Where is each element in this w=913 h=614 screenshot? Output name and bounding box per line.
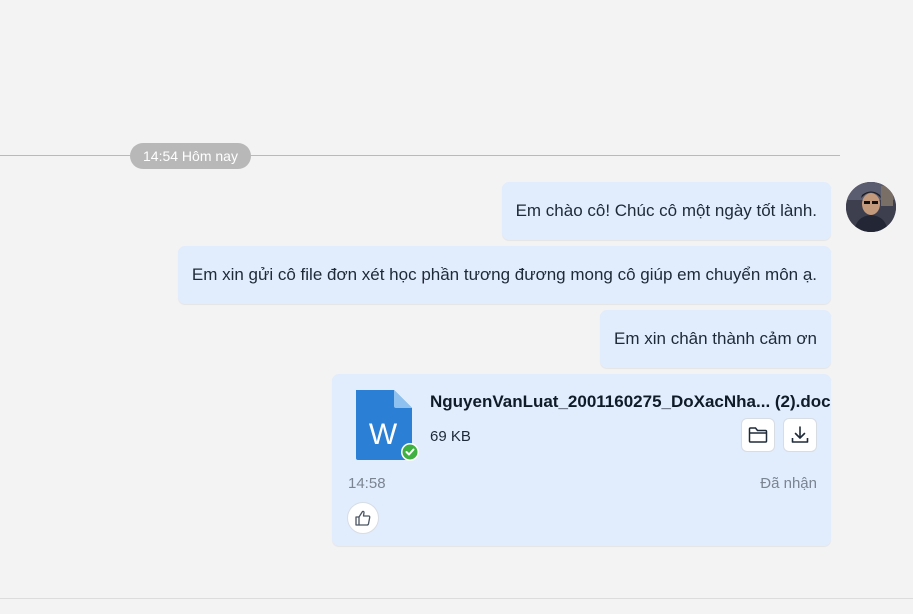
open-folder-button[interactable] <box>741 418 775 452</box>
message-text: Em xin chân thành cảm ơn <box>614 329 817 348</box>
folder-icon <box>748 427 768 443</box>
file-size: 69 KB <box>430 428 471 445</box>
message-bubble[interactable]: Em xin gửi cô file đơn xét học phần tươn… <box>177 246 831 304</box>
message-text: Em chào cô! Chúc cô một ngày tốt lành. <box>515 201 817 220</box>
avatar[interactable] <box>846 182 896 232</box>
download-icon <box>791 426 809 443</box>
file-name[interactable]: NguyenVanLuat_2001160275_DoXacNha... (2)… <box>430 392 831 412</box>
svg-text:W: W <box>369 418 398 451</box>
react-like-button[interactable] <box>347 502 379 534</box>
message-bubble[interactable]: Em xin chân thành cảm ơn <box>600 310 831 368</box>
file-message-card[interactable]: W NguyenVanLuat_2001160275_DoXacNha... (… <box>332 374 831 546</box>
thumbs-up-icon <box>355 510 371 526</box>
word-file-icon[interactable]: W <box>354 388 419 462</box>
message-status: Đã nhận <box>760 475 817 492</box>
date-divider-line <box>0 155 840 156</box>
date-divider-label: 14:54 Hôm nay <box>130 143 251 169</box>
message-bubble[interactable]: Em chào cô! Chúc cô một ngày tốt lành. <box>501 182 831 240</box>
message-text: Em xin gửi cô file đơn xét học phần tươn… <box>191 265 817 284</box>
avatar-photo <box>846 182 896 232</box>
download-button[interactable] <box>783 418 817 452</box>
composer-divider <box>0 598 913 599</box>
message-time: 14:58 <box>348 475 386 492</box>
